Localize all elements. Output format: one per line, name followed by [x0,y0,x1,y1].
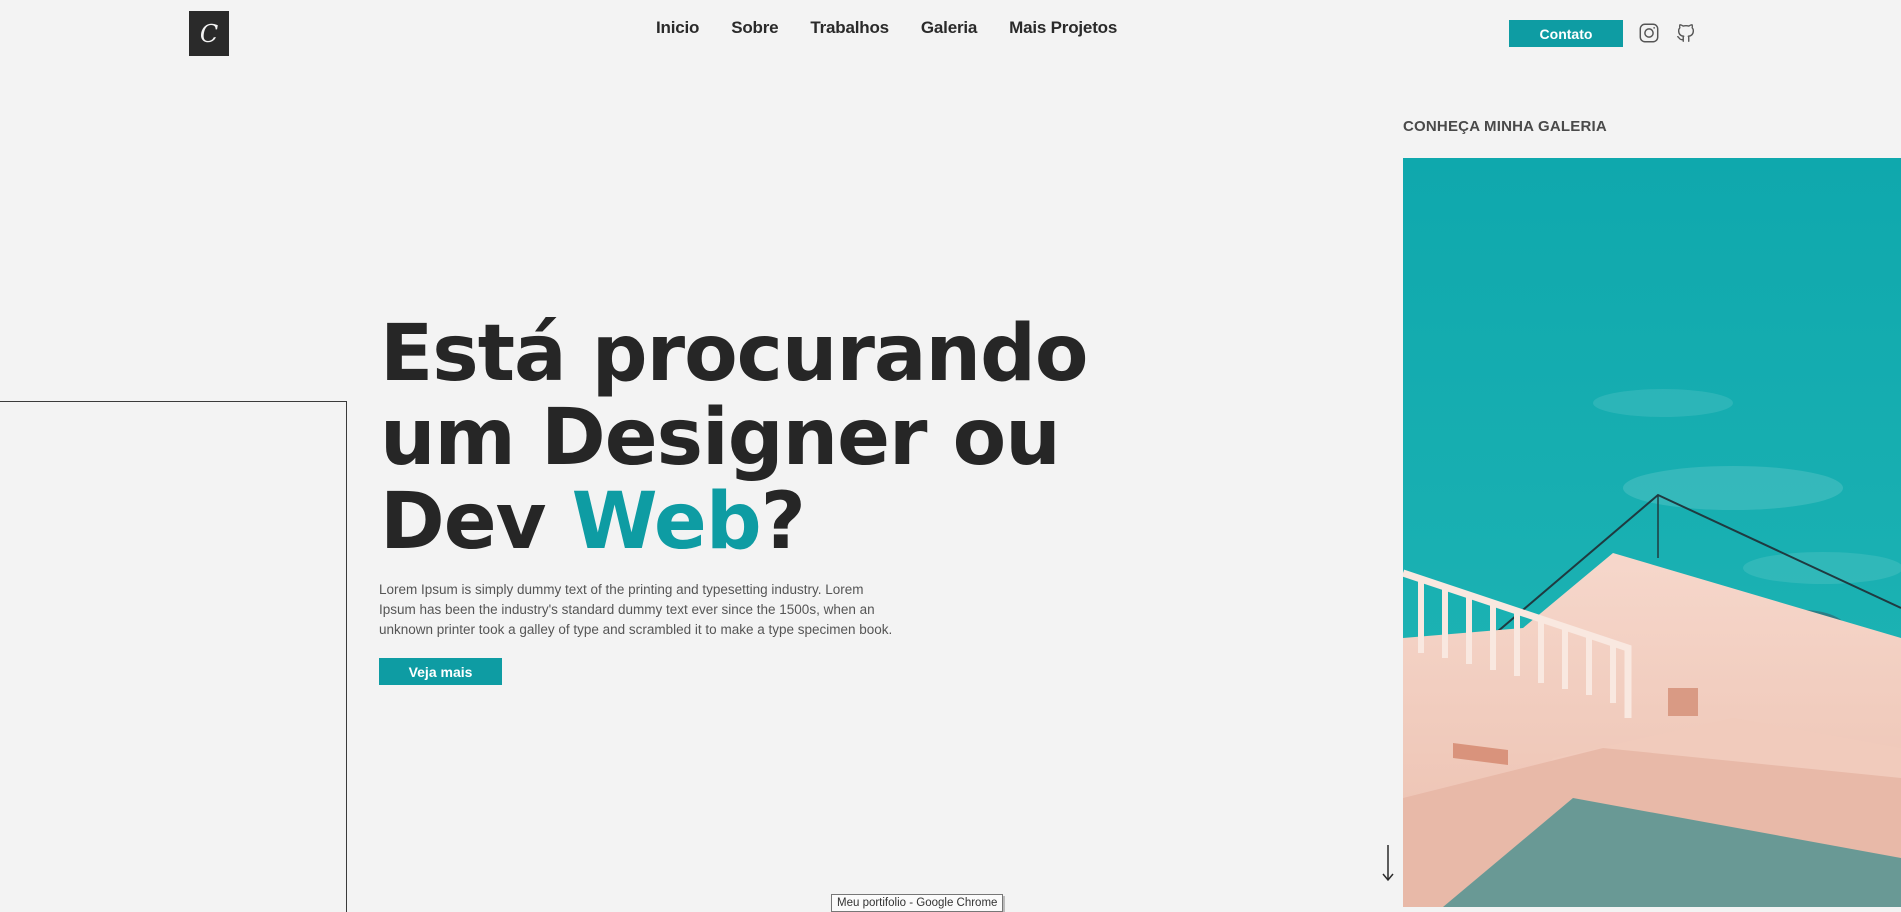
hero-title-line-3-suffix: ? [760,477,806,567]
gallery-heading: CONHEÇA MINHA GALERIA [1403,118,1607,135]
see-more-button[interactable]: Veja mais [379,658,502,685]
window-tooltip: Meu portifolio - Google Chrome [831,894,1004,912]
github-icon[interactable] [1675,22,1697,44]
nav-item-trabalhos[interactable]: Trabalhos [810,18,889,38]
hero-title-line-3-prefix: Dev [380,477,572,567]
hero-title-line-1: Está procurando [380,309,1088,399]
page: C Inicio Sobre Trabalhos Galeria Mais Pr… [0,0,1901,912]
logo[interactable]: C [189,11,229,56]
gallery-photo-illustration [1403,158,1901,907]
nav-item-sobre[interactable]: Sobre [731,18,778,38]
hero-title-line-2: um Designer ou [380,393,1061,483]
instagram-icon[interactable] [1638,22,1660,44]
contact-button[interactable]: Contato [1509,20,1623,47]
nav-item-mais-projetos[interactable]: Mais Projetos [1009,18,1117,38]
nav-item-inicio[interactable]: Inicio [656,18,699,38]
main-nav: Inicio Sobre Trabalhos Galeria Mais Proj… [656,18,1117,38]
logo-letter: C [199,19,219,48]
decorative-frame [0,401,347,912]
hero-description: Lorem Ipsum is simply dummy text of the … [379,582,893,637]
hero-title-accent: Web [571,477,762,567]
gallery-image[interactable] [1403,158,1901,907]
hero-title: Está procurando um Designer ou Dev Web? [380,312,1088,564]
nav-item-galeria[interactable]: Galeria [921,18,977,38]
scroll-down-arrow-icon[interactable] [1380,845,1396,883]
